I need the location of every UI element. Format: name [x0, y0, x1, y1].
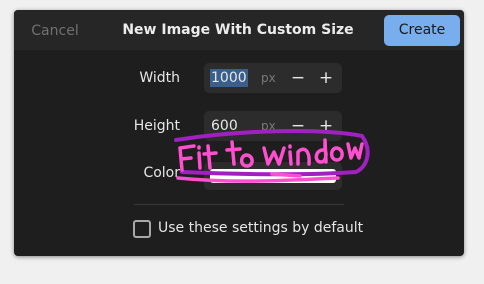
cancel-button[interactable]: Cancel	[22, 16, 88, 46]
height-input[interactable]: 600	[210, 117, 239, 135]
width-increment-button[interactable]: +	[315, 67, 337, 89]
height-unit: px	[261, 119, 276, 133]
dialog-title: New Image With Custom Size	[122, 22, 354, 38]
width-input[interactable]: 1000	[210, 69, 248, 87]
width-label: Width	[139, 70, 180, 86]
default-settings-checkbox[interactable]	[133, 220, 151, 238]
dialog-titlebar: Cancel New Image With Custom Size Create	[14, 10, 464, 50]
width-decrement-button[interactable]: −	[287, 67, 309, 89]
height-label: Height	[133, 118, 180, 134]
separator	[134, 204, 344, 205]
new-image-dialog: Cancel New Image With Custom Size Create…	[14, 10, 464, 256]
height-decrement-button[interactable]: −	[287, 115, 309, 137]
color-swatch	[210, 169, 336, 183]
default-settings-label[interactable]: Use these settings by default	[158, 219, 363, 237]
width-spinbutton[interactable]: 1000 px − +	[204, 63, 342, 93]
width-unit: px	[261, 71, 276, 85]
create-button[interactable]: Create	[384, 15, 460, 46]
height-increment-button[interactable]: +	[315, 115, 337, 137]
height-spinbutton[interactable]: 600 px − +	[204, 111, 342, 141]
color-picker-button[interactable]	[204, 162, 342, 190]
color-label: Color	[143, 165, 180, 181]
